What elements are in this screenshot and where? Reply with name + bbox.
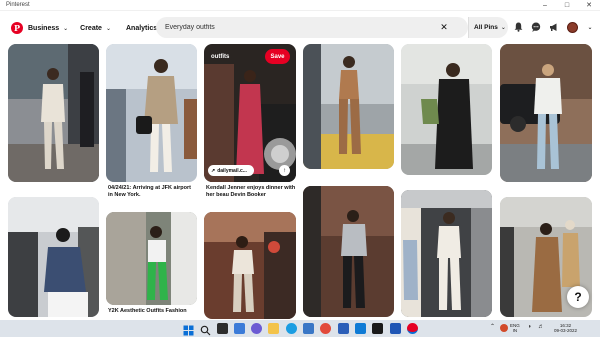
menu-business-label: Business: [28, 24, 60, 32]
pinterest-taskbar-icon[interactable]: [407, 323, 418, 334]
chevron-down-icon: ⌄: [500, 25, 506, 31]
app-icon[interactable]: [372, 323, 383, 334]
pin-source-link[interactable]: ↗ dailymail.c...: [208, 165, 254, 176]
widgets-icon[interactable]: [234, 323, 245, 334]
pin-card[interactable]: [8, 44, 99, 182]
windows-start-icon[interactable]: [183, 323, 194, 336]
maximize-icon[interactable]: □: [556, 0, 578, 11]
file-explorer-icon[interactable]: [268, 323, 279, 334]
pin-image: [303, 44, 394, 169]
pin-image: [204, 44, 296, 182]
pin-image: [106, 212, 197, 305]
pin-caption-line: Kendall Jenner enjoys dinner with: [206, 185, 296, 191]
pin-caption: 04/24/21: Arriving at JFK airport in New…: [108, 185, 191, 199]
chevron-down-icon: ⌄: [105, 25, 111, 32]
chat-icon[interactable]: [530, 21, 542, 33]
pin-image: [303, 186, 394, 317]
close-window-icon[interactable]: ✕: [578, 0, 600, 11]
edge-icon[interactable]: [286, 323, 297, 334]
language-line: IN: [512, 328, 518, 333]
megaphone-icon[interactable]: [548, 21, 560, 33]
pinterest-logo[interactable]: P: [11, 22, 23, 34]
chevron-down-icon: ⌄: [63, 25, 69, 32]
volume-icon[interactable]: ♬: [538, 324, 544, 330]
pin-image: [106, 44, 197, 182]
search-input[interactable]: [156, 24, 436, 31]
search-icon[interactable]: [200, 323, 211, 336]
scope-label: All Pins: [474, 24, 498, 31]
menu-create[interactable]: Create ⌄: [80, 25, 111, 32]
pin-card[interactable]: [303, 44, 394, 169]
pin-card[interactable]: [106, 212, 197, 305]
app-icon[interactable]: [355, 323, 366, 334]
store-icon[interactable]: [303, 323, 314, 334]
clock[interactable]: 16:32 09-03-2022: [554, 323, 577, 333]
save-button[interactable]: Save: [265, 49, 290, 64]
pin-card[interactable]: [106, 44, 197, 182]
pinterest-window: Pinterest – □ ✕ P Business ⌄ Create ⌄ An…: [0, 0, 600, 337]
pin-card[interactable]: [204, 212, 296, 319]
pin-image: [500, 44, 592, 182]
menu-business[interactable]: Business ⌄: [28, 25, 68, 32]
pin-card[interactable]: [8, 197, 99, 317]
pin-card[interactable]: [401, 190, 492, 317]
pin-caption-line: Y2K Aesthetic Outfits Fashion: [108, 308, 187, 314]
share-icon[interactable]: ↑: [279, 165, 290, 176]
avatar[interactable]: [566, 21, 578, 33]
search-bar: ✕: [156, 17, 468, 38]
scope-dropdown[interactable]: All Pins ⌄: [468, 17, 508, 38]
pin-image: [401, 190, 492, 317]
pin-source-label: dailymail.c...: [217, 167, 247, 174]
help-button[interactable]: ?: [567, 286, 589, 308]
menu-create-label: Create: [80, 24, 102, 32]
arrow-up-right-icon: ↗: [211, 167, 216, 174]
menu-analytics-label: Analytics: [125, 24, 158, 32]
bell-icon[interactable]: [512, 21, 524, 33]
search-clear-icon[interactable]: ✕: [436, 22, 452, 33]
teams-chat-icon[interactable]: [251, 323, 262, 334]
pin-caption-line: her beau Devin Booker: [206, 192, 266, 198]
pin-caption: Kendall Jenner enjoys dinner with her be…: [206, 185, 295, 199]
pin-image: [8, 197, 99, 317]
header-actions: ⌄: [512, 21, 600, 33]
pin-card[interactable]: [401, 44, 492, 175]
task-view-icon[interactable]: [217, 323, 228, 334]
window-titlebar: Pinterest – □ ✕: [0, 0, 600, 11]
top-header: P Business ⌄ Create ⌄ Analytics ⌄ ✕ All …: [0, 12, 600, 44]
pin-card[interactable]: [303, 186, 394, 317]
chrome-icon[interactable]: [320, 323, 331, 334]
pin-card[interactable]: outfits Save ↗ dailymail.c... ↑: [204, 44, 296, 182]
account-chevron-icon[interactable]: ⌄: [584, 21, 596, 33]
app-icon[interactable]: [338, 323, 349, 334]
app-icon[interactable]: [390, 323, 401, 334]
pin-caption-line: in New York.: [108, 192, 141, 198]
pin-overlay-label[interactable]: outfits: [211, 54, 229, 60]
minimize-icon[interactable]: –: [534, 0, 556, 11]
pin-image: [401, 44, 492, 175]
window-title: Pinterest: [6, 2, 30, 8]
tray-chevron-icon[interactable]: ⌃: [490, 324, 495, 330]
clock-date: 09-03-2022: [554, 328, 578, 333]
language-indicator[interactable]: ENG IN: [510, 323, 520, 333]
pin-caption: Y2K Aesthetic Outfits Fashion: [108, 308, 187, 315]
pin-card[interactable]: [500, 44, 592, 182]
pin-image: [204, 212, 296, 319]
tray-app-icon[interactable]: [500, 324, 508, 332]
wifi-icon[interactable]: ◗: [528, 324, 532, 330]
pin-image: [8, 44, 99, 182]
pin-caption-line: 04/24/21: Arriving at JFK airport: [108, 185, 191, 191]
windows-taskbar: ⌃ ENG IN ◗ ♬ 16:32 09-03-2022: [0, 320, 600, 337]
